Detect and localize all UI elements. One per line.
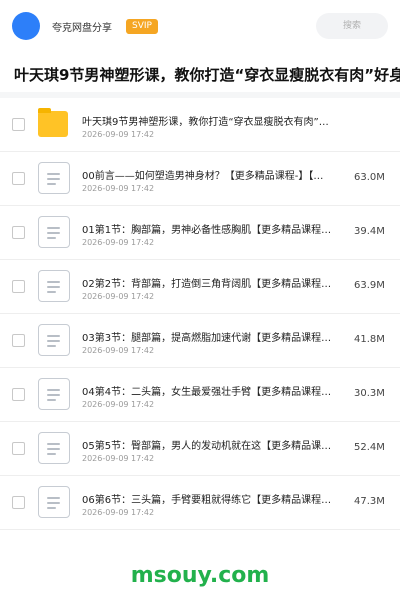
watermark-text: msouy.com: [130, 563, 270, 588]
file-date: 2026-09-09 17:42: [82, 508, 155, 517]
select-checkbox[interactable]: [12, 280, 25, 293]
file-name: 04第4节：二头篇，女生最爱强壮手臂【更多精品课程…: [82, 387, 332, 398]
file-name: 叶天琪9节男神塑形课，教你打造“穿衣显瘦脱衣有肉”…: [82, 117, 329, 128]
share-owner-name: 夸克网盘分享: [52, 22, 112, 34]
file-date: 2026-09-09 17:42: [82, 400, 155, 409]
file-date: 2026-09-09 17:42: [82, 238, 155, 247]
list-item[interactable]: 04第4节：二头篇，女生最爱强壮手臂【更多精品课程… 2026-09-09 17…: [0, 368, 400, 422]
list-item[interactable]: 01第1节：胸部篇，男神必备性感胸肌【更多精品课程… 2026-09-09 17…: [0, 206, 400, 260]
document-icon: [38, 432, 70, 464]
document-icon: [38, 486, 70, 518]
list-item[interactable]: 叶天琪9节男神塑形课，教你打造“穿衣显瘦脱衣有肉”… 2026-09-09 17…: [0, 98, 400, 152]
select-checkbox[interactable]: [12, 442, 25, 455]
list-item[interactable]: 06第6节：三头篇，手臂要粗就得练它【更多精品课程… 2026-09-09 17…: [0, 476, 400, 530]
file-size: 41.8M: [354, 334, 385, 345]
page-title: 叶天琪9节男神塑形课，教你打造“穿衣显瘦脱衣有肉”好身: [14, 66, 400, 84]
document-icon: [38, 378, 70, 410]
document-icon: [38, 162, 70, 194]
search-input[interactable]: [316, 13, 388, 39]
list-item[interactable]: 05第5节：臀部篇，男人的发动机就在这【更多精品课… 2026-09-09 17…: [0, 422, 400, 476]
select-checkbox[interactable]: [12, 496, 25, 509]
list-item[interactable]: 03第3节：腿部篇，提高燃脂加速代谢【更多精品课程… 2026-09-09 17…: [0, 314, 400, 368]
select-checkbox[interactable]: [12, 388, 25, 401]
file-name: 06第6节：三头篇，手臂要粗就得练它【更多精品课程…: [82, 495, 332, 506]
file-date: 2026-09-09 17:42: [82, 184, 155, 193]
file-name: 01第1节：胸部篇，男神必备性感胸肌【更多精品课程…: [82, 225, 332, 236]
list-item[interactable]: 02第2节：背部篇，打造倒三角背阔肌【更多精品课程… 2026-09-09 17…: [0, 260, 400, 314]
file-name: 05第5节：臀部篇，男人的发动机就在这【更多精品课…: [82, 441, 332, 452]
document-icon: [38, 324, 70, 356]
select-checkbox[interactable]: [12, 226, 25, 239]
folder-icon: [38, 108, 70, 140]
file-list: 叶天琪9节男神塑形课，教你打造“穿衣显瘦脱衣有肉”… 2026-09-09 17…: [0, 98, 400, 530]
file-size: 47.3M: [354, 496, 385, 507]
file-size: 63.9M: [354, 280, 385, 291]
file-date: 2026-09-09 17:42: [82, 292, 155, 301]
avatar[interactable]: [12, 12, 40, 40]
select-checkbox[interactable]: [12, 118, 25, 131]
file-size: 52.4M: [354, 442, 385, 453]
file-date: 2026-09-09 17:42: [82, 454, 155, 463]
file-size: 63.0M: [354, 172, 385, 183]
file-date: 2026-09-09 17:42: [82, 346, 155, 355]
document-icon: [38, 270, 70, 302]
header: 夸克网盘分享 SVIP: [0, 0, 400, 52]
select-checkbox[interactable]: [12, 334, 25, 347]
file-name: 03第3节：腿部篇，提高燃脂加速代谢【更多精品课程…: [82, 333, 332, 344]
file-name: 02第2节：背部篇，打造倒三角背阔肌【更多精品课程…: [82, 279, 332, 290]
file-size: 30.3M: [354, 388, 385, 399]
list-item[interactable]: 00前言——如何塑造男神身材？【更多精品课程-】【… 2026-09-09 17…: [0, 152, 400, 206]
document-icon: [38, 216, 70, 248]
file-name: 00前言——如何塑造男神身材？【更多精品课程-】【…: [82, 171, 324, 182]
file-date: 2026-09-09 17:42: [82, 130, 155, 139]
svip-badge: SVIP: [126, 18, 158, 34]
file-size: 39.4M: [354, 226, 385, 237]
select-checkbox[interactable]: [12, 172, 25, 185]
